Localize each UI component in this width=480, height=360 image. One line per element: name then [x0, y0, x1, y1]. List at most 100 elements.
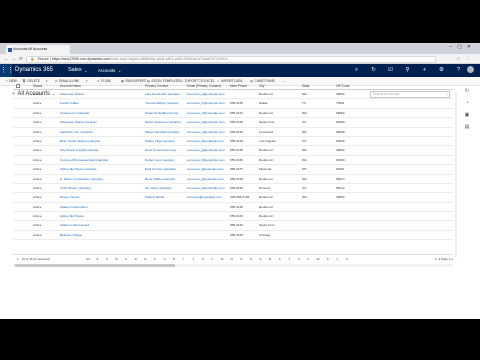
table-row[interactable]: Active Adatum Corporation 555-0160 Redmond: [13, 203, 453, 213]
alpha-filter-item[interactable]: K: [198, 255, 208, 264]
browser-tab[interactable]: Accounts All Accounts: [6, 45, 70, 54]
chevron-down-icon[interactable]: ⌄: [118, 64, 121, 77]
table-cell[interactable]: Susanna Stubberod (sa...: [145, 109, 185, 118]
table-row[interactable]: Active Coho Winery (sample) Jim Glynn (sam…: [13, 184, 453, 194]
alpha-filter-item[interactable]: O: [237, 255, 247, 264]
chart-icon[interactable]: ◔: [460, 100, 474, 112]
browser-menu-icons[interactable]: ☆⋮: [456, 56, 475, 62]
alpha-filter-item[interactable]: D: [131, 255, 141, 264]
table-cell[interactable]: A. Datum Corporation (sample): [60, 175, 142, 184]
table-cell[interactable]: someone_h@example.com: [187, 156, 229, 165]
app-name[interactable]: Sales: [68, 64, 82, 77]
table-row[interactable]: Active Adventure Works Lara Fernandez (sam…: [13, 90, 453, 100]
table-cell[interactable]: Adatum Labs Limited: [60, 221, 142, 230]
search-icon[interactable]: ⌕: [348, 64, 365, 77]
column-header[interactable]: Status: [33, 82, 58, 90]
alpha-filter-item[interactable]: Y: [332, 255, 342, 264]
table-row[interactable]: Active Fourth Coffee Yvonne McKay (sample)…: [13, 99, 453, 109]
url-field[interactable]: 🔒 Secure | https://cms17099.crm.dynamics.…: [26, 55, 436, 63]
table-cell[interactable]: Sidney Higa (sample): [145, 137, 185, 146]
table-cell[interactable]: Alpine Ski House: [60, 212, 142, 221]
alpha-filter-item[interactable]: S: [275, 255, 285, 264]
table-cell[interactable]: someone_g@example.com: [187, 146, 229, 155]
table-cell[interactable]: Scott Konersmann (sa...: [145, 146, 185, 155]
table-cell[interactable]: Nuevo Vendor: [60, 193, 142, 202]
table-cell[interactable]: Adatum Corporation: [60, 203, 142, 212]
select-all-checkbox[interactable]: [16, 84, 20, 88]
table-cell[interactable]: Coho Winery (sample): [60, 184, 142, 193]
table-cell[interactable]: Contoso Inc (sample): [60, 109, 142, 118]
table-row[interactable]: Active A. Datum Corporation (sample) Rene …: [13, 175, 453, 184]
table-cell[interactable]: someone_f@example.com: [187, 137, 229, 146]
table-row[interactable]: Active Contoso Inc (sample) Susanna Stubbe…: [13, 109, 453, 119]
alpha-filter-item[interactable]: X: [323, 255, 333, 264]
alpha-filter-item[interactable]: W: [313, 255, 323, 264]
table-cell[interactable]: Adventure Works (sample): [60, 118, 142, 127]
alpha-filter-item[interactable]: E: [141, 255, 151, 264]
image-icon[interactable]: ▣: [460, 112, 474, 124]
help-icon[interactable]: ?: [450, 64, 467, 77]
app-launcher-icon[interactable]: ⋮⋮: [0, 64, 14, 77]
alpha-filter-item[interactable]: N: [227, 255, 237, 264]
table-cell[interactable]: Robert Lyon (sample): [145, 156, 185, 165]
table-cell[interactable]: Nancy Anderson (sample): [145, 118, 185, 127]
table-cell[interactable]: someone_a@example.com: [187, 90, 229, 99]
table-cell[interactable]: someone_c@example.com: [187, 109, 229, 118]
alpha-filter-item[interactable]: C: [121, 255, 131, 264]
table-cell[interactable]: someone@example.com: [187, 193, 229, 202]
table-cell[interactable]: Fourth Coffee: [60, 99, 142, 108]
table-cell[interactable]: someone_b@example.com: [187, 99, 229, 108]
alpha-filter-item[interactable]: #: [93, 255, 103, 264]
table-row[interactable]: Active Alpine Ski House 555-0161 Redmond: [13, 212, 453, 222]
alpha-filter-item[interactable]: R: [265, 255, 275, 264]
scroll-thumb[interactable]: [15, 264, 175, 267]
table-cell[interactable]: Yvonne McKay (sample): [145, 99, 185, 108]
alpha-filter-item[interactable]: A: [102, 255, 112, 264]
column-header[interactable]: Account Name: [60, 82, 142, 90]
table-cell[interactable]: Maria Campbell (sample): [145, 128, 185, 137]
table-cell[interactable]: Paul Cannon (sample): [145, 165, 185, 174]
alpha-filter-item[interactable]: G: [160, 255, 170, 264]
table-row[interactable]: Active Nuevo Vendor Patrick Sands someone@e…: [13, 193, 453, 203]
table-cell[interactable]: someone_e@example.com: [187, 128, 229, 137]
report-icon[interactable]: ▤: [460, 124, 474, 136]
table-cell[interactable]: Contoso Pharmaceuticals (sample): [60, 156, 142, 165]
alpha-filter-item[interactable]: F: [150, 255, 160, 264]
vertical-scrollbar[interactable]: [455, 92, 457, 257]
table-row[interactable]: Active Fabrikam, Inc. (sample) Maria Campb…: [13, 128, 453, 137]
alpha-filter-item[interactable]: V: [304, 255, 314, 264]
alpha-filter-item[interactable]: Z: [342, 255, 352, 264]
brand-title[interactable]: Dynamics 365: [15, 64, 53, 77]
column-header[interactable]: Primary Contact: [145, 82, 185, 90]
table-row[interactable]: Active Alpine Ski House (sample) Paul Cann…: [13, 165, 453, 175]
gear-icon[interactable]: ⚙: [433, 64, 450, 77]
horizontal-scrollbar[interactable]: [13, 264, 453, 267]
alpha-filter-item[interactable]: P: [246, 255, 256, 264]
column-header[interactable]: City: [259, 82, 299, 90]
table-cell[interactable]: Fabrikam, Inc. (sample): [60, 128, 142, 137]
alpha-filter-item[interactable]: L: [208, 255, 218, 264]
column-header[interactable]: ZIP Code: [336, 82, 376, 90]
table-row[interactable]: Active Bellows College 555-0163 Chicago: [13, 231, 453, 241]
table-row[interactable]: Active Blue Yonder Airlines (sample) Sidne…: [13, 137, 453, 147]
table-cell[interactable]: Rene Valdes (sample): [145, 175, 185, 184]
column-header[interactable]: Email (Primary Contact): [187, 82, 229, 90]
refresh-icon[interactable]: ↻: [460, 88, 474, 100]
filter-icon[interactable]: ⚲: [399, 64, 416, 77]
pager[interactable]: ⇤ ◂ Page 1 ▸: [435, 255, 453, 264]
avatar[interactable]: [467, 66, 474, 74]
recent-icon[interactable]: ↻: [365, 64, 382, 77]
table-cell[interactable]: Alpine Ski House (sample): [60, 165, 142, 174]
next-page-icon[interactable]: ▸: [451, 257, 453, 261]
table-cell[interactable]: someone_k@example.com: [187, 184, 229, 193]
alpha-filter-item[interactable]: J: [189, 255, 199, 264]
table-row[interactable]: Active Adatum Labs Limited 555-0162 Santa C…: [13, 221, 453, 231]
alpha-filter-item[interactable]: H: [169, 255, 179, 264]
window-controls[interactable]: –▢✕: [449, 44, 476, 50]
table-cell[interactable]: Jim Glynn (sample): [145, 184, 185, 193]
alpha-filter-item[interactable]: B: [112, 255, 122, 264]
table-cell[interactable]: City Power & Light (sample): [60, 146, 142, 155]
table-cell[interactable]: Patrick Sands: [145, 193, 185, 202]
table-cell[interactable]: Adventure Works: [60, 90, 142, 99]
table-cell[interactable]: someone_i@example.com: [187, 165, 229, 174]
